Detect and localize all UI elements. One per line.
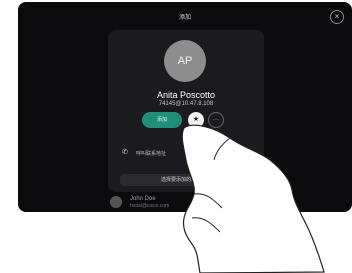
close-icon: × <box>334 12 340 21</box>
avatar <box>110 196 122 208</box>
background-contact-name: John Doe <box>130 196 156 202</box>
background-contact-email: hvaal@cisco.com <box>130 203 170 209</box>
contact-number: 74145@10.47.8.108 <box>158 101 214 107</box>
call-address-label: 呼叫联系地址 <box>136 151 167 157</box>
add-call-button[interactable]: 添加 <box>142 112 182 128</box>
phone-icon: ✆ <box>122 149 128 156</box>
contact-name: Anita Poscotto <box>156 90 216 100</box>
avatar: AP <box>164 40 206 82</box>
page-title: 添加 <box>178 15 191 21</box>
hand-pointer-illustration <box>182 124 325 273</box>
close-button[interactable]: × <box>330 10 344 24</box>
